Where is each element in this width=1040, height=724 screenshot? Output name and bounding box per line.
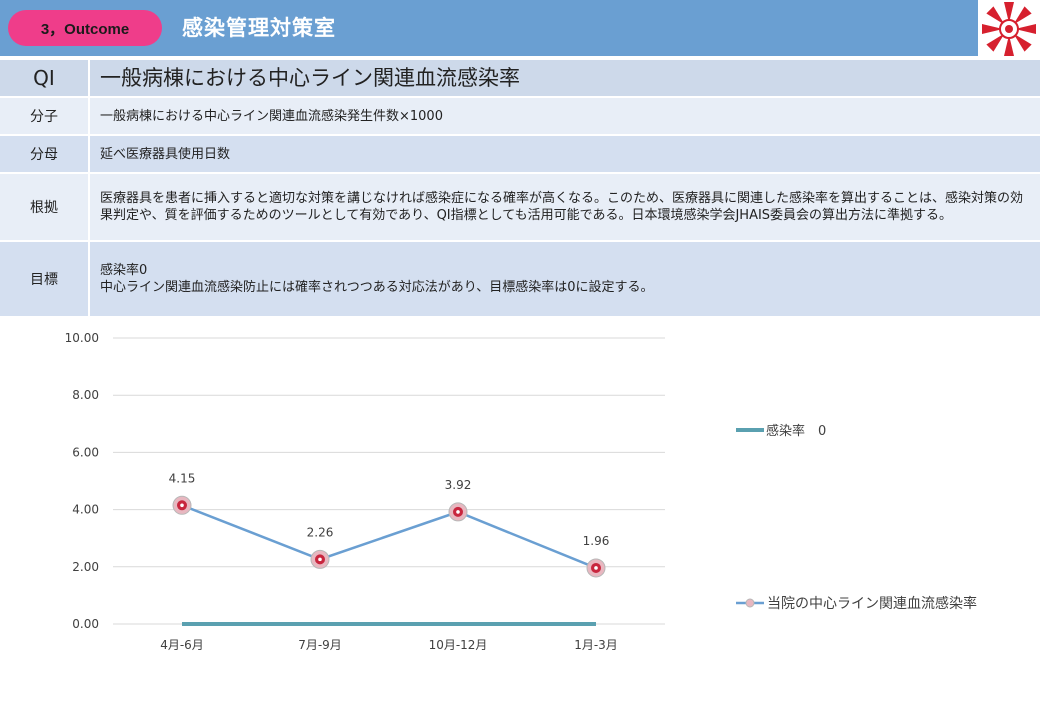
data-label: 3.92 (445, 478, 472, 492)
header-bar: 3，Outcome 感染管理対策室 (0, 0, 978, 56)
y-tick-label: 2.00 (72, 560, 99, 574)
y-tick-label: 10.00 (65, 331, 99, 345)
hospital-series-line (181, 504, 597, 570)
numerator-text: 一般病棟における中心ライン関連血流感染発生件数×1000 (100, 108, 443, 124)
y-tick-label: 8.00 (72, 388, 99, 402)
y-tick-label: 0.00 (72, 617, 99, 631)
y-tick-label: 4.00 (72, 503, 99, 517)
hospital-emblem-svg (982, 2, 1036, 56)
data-label: 2.26 (307, 525, 334, 539)
target-text: 感染率0 中心ライン関連血流感染防止には確率されつつある対応法があり、目標感染率… (90, 242, 1040, 316)
target-line-2: 中心ライン関連血流感染防止には確率されつつある対応法があり、目標感染率は0に設定… (100, 280, 654, 295)
numerator-label: 分子 (0, 98, 90, 134)
x-tick-label: 4月-6月 (160, 638, 204, 652)
data-point-center (456, 510, 460, 514)
data-point-center (180, 503, 184, 508)
target-label: 目標 (0, 242, 90, 316)
x-tick-label: 1月-3月 (574, 638, 618, 652)
section-badge: 3，Outcome (8, 10, 162, 46)
qi-row: QI 一般病棟における中心ライン関連血流感染率 (0, 60, 1040, 98)
target-row: 目標 感染率0 中心ライン関連血流感染防止には確率されつつある対応法があり、目標… (0, 242, 1040, 318)
basis-row: 根拠 医療器具を患者に挿入すると適切な対策を講じなければ感染症になる確率が高くな… (0, 174, 1040, 242)
basis-text: 医療器具を患者に挿入すると適切な対策を講じなければ感染症になる確率が高くなる。こ… (100, 191, 1024, 223)
legend-hospital-label: 当院の中心ライン関連血流感染率 (767, 595, 977, 612)
data-point-center (594, 566, 598, 570)
data-label: 1.96 (583, 534, 610, 548)
legend-hospital-swatch-marker (745, 598, 755, 608)
target-line-1: 感染率0 (100, 263, 148, 278)
infection-rate-chart: 0.00 2.00 4.00 6.00 8.00 10.00 4月-6月 7月-9月 10月-1… (0, 318, 1040, 720)
denominator-row: 分母 延べ医療器具使用日数 (0, 136, 1040, 174)
basis-label: 根拠 (0, 174, 90, 240)
x-tick-label: 10月-12月 (429, 638, 488, 652)
legend-target-label: 感染率 0 (766, 423, 826, 439)
hospital-emblem-icon (978, 0, 1040, 58)
denominator-label: 分母 (0, 136, 90, 172)
y-tick-label: 6.00 (72, 445, 99, 459)
numerator-row: 分子 一般病棟における中心ライン関連血流感染発生件数×1000 (0, 98, 1040, 136)
denominator-text: 延べ医療器具使用日数 (100, 146, 231, 162)
qi-title: 一般病棟における中心ライン関連血流感染率 (100, 65, 520, 90)
department-title: 感染管理対策室 (182, 16, 336, 40)
data-point-center (318, 557, 322, 562)
data-label: 4.15 (169, 471, 196, 485)
qi-label: QI (0, 60, 90, 96)
chart-svg: 0.00 2.00 4.00 6.00 8.00 10.00 4月-6月 7月-9月 10月-1… (65, 331, 977, 652)
qi-info-table: QI 一般病棟における中心ライン関連血流感染率 分子 一般病棟における中心ライン… (0, 58, 1040, 318)
x-tick-label: 7月-9月 (298, 638, 342, 652)
